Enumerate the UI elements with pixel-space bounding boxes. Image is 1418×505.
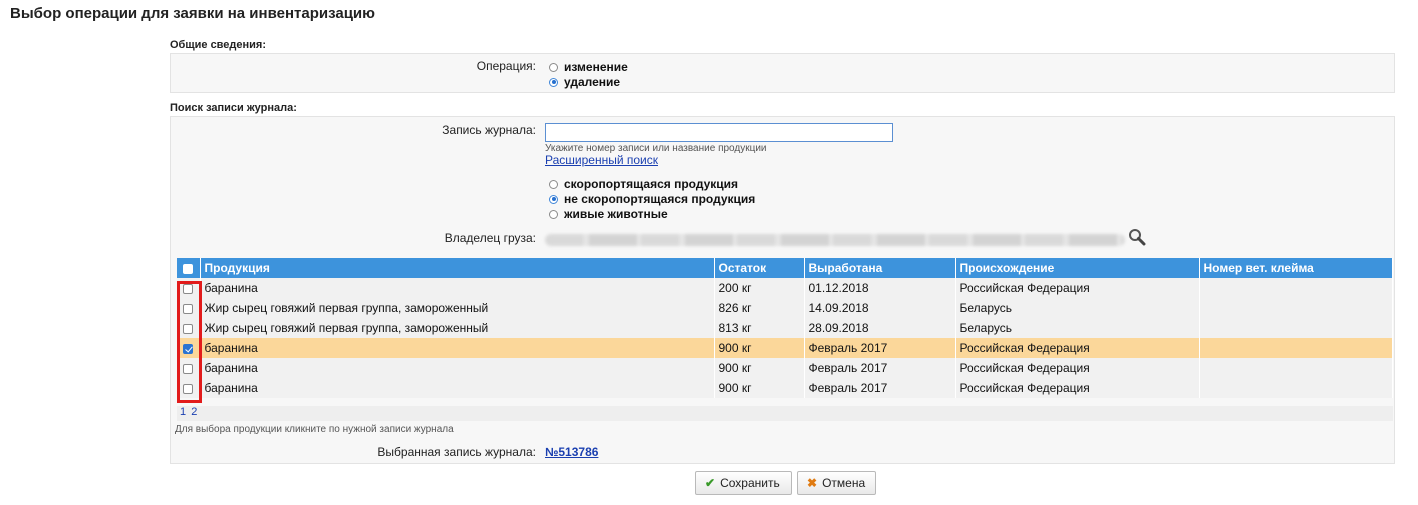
produced-cell: 01.12.2018 <box>804 278 956 298</box>
select-all-checkbox[interactable] <box>183 263 193 274</box>
owner-value-redacted <box>545 234 1125 246</box>
cancel-button-label: Отмена <box>822 476 866 490</box>
general-panel <box>170 53 1395 93</box>
journal-table: Продукция Остаток Выработана Происхожден… <box>177 258 1393 398</box>
origin-cell: Российская Федерация <box>955 338 1200 358</box>
origin-cell: Российская Федерация <box>955 378 1200 398</box>
row-checkbox[interactable] <box>183 323 193 334</box>
operation-label: Операция: <box>476 59 536 73</box>
product-cell: баранина <box>200 358 715 378</box>
remainder-cell: 900 кг <box>714 358 805 378</box>
product-cell: Жир сырец говяжий первая группа, заморож… <box>200 298 715 318</box>
product-type-label: не скоропортящаяся продукция <box>564 192 756 206</box>
table-row[interactable]: Жир сырец говяжий первая группа, заморож… <box>177 298 1393 318</box>
radio-icon[interactable] <box>549 209 558 219</box>
origin-cell: Российская Федерация <box>955 278 1200 298</box>
column-header-produced[interactable]: Выработана <box>804 258 956 278</box>
save-button-label: Сохранить <box>720 476 780 490</box>
radio-selected-icon[interactable] <box>549 77 558 87</box>
page-link-1[interactable]: 1 <box>180 406 186 418</box>
remainder-cell: 826 кг <box>714 298 805 318</box>
table-row[interactable]: баранина 900 кг Февраль 2017 Российская Фед… <box>177 338 1393 358</box>
operation-radio-change[interactable]: изменение <box>549 60 628 74</box>
vet-mark-cell <box>1199 338 1393 358</box>
row-checkbox[interactable] <box>183 303 193 314</box>
vet-mark-cell <box>1199 298 1393 318</box>
remainder-cell: 813 кг <box>714 318 805 338</box>
product-type-radio-perishable[interactable]: скоропортящаяся продукция <box>549 177 738 191</box>
remainder-cell: 200 кг <box>714 278 805 298</box>
radio-icon[interactable] <box>549 179 558 189</box>
owner-label: Владелец груза: <box>444 231 536 245</box>
produced-cell: Февраль 2017 <box>804 378 956 398</box>
origin-cell: Российская Федерация <box>955 358 1200 378</box>
magnifier-icon[interactable] <box>1128 228 1146 246</box>
row-checkbox-cell <box>177 338 201 358</box>
origin-cell: Беларусь <box>955 318 1200 338</box>
vet-mark-cell <box>1199 278 1393 298</box>
row-checkbox[interactable] <box>183 383 193 394</box>
column-header-origin[interactable]: Происхождение <box>955 258 1200 278</box>
row-checkbox-cell <box>177 358 201 378</box>
table-row[interactable]: Жир сырец говяжий первая группа, заморож… <box>177 318 1393 338</box>
selected-journal-link[interactable]: №513786 <box>545 445 598 459</box>
row-checkbox-cell <box>177 318 201 338</box>
vet-mark-cell <box>1199 318 1393 338</box>
product-cell: баранина <box>200 378 715 398</box>
row-checkbox-cell <box>177 278 201 298</box>
page-title: Выбор операции для заявки на инвентариза… <box>10 5 375 22</box>
row-checkbox-cell <box>177 378 201 398</box>
produced-cell: Февраль 2017 <box>804 358 956 378</box>
origin-cell: Беларусь <box>955 298 1200 318</box>
table-row[interactable]: баранина 900 кг Февраль 2017 Российская Фед… <box>177 378 1393 398</box>
table-footer-hint: Для выбора продукции кликните по нужной … <box>175 424 454 435</box>
page-link-2[interactable]: 2 <box>191 406 197 418</box>
table-header-row: Продукция Остаток Выработана Происхожден… <box>177 258 1393 278</box>
row-checkbox[interactable] <box>183 283 193 294</box>
radio-selected-icon[interactable] <box>549 194 558 204</box>
remainder-cell: 900 кг <box>714 378 805 398</box>
advanced-search-link[interactable]: Расширенный поиск <box>545 153 658 167</box>
product-type-radio-nonperishable[interactable]: не скоропортящаяся продукция <box>549 192 755 206</box>
select-all-cell <box>177 258 201 278</box>
journal-label: Запись журнала: <box>442 123 536 137</box>
operation-radio-delete[interactable]: удаление <box>549 75 620 89</box>
produced-cell: Февраль 2017 <box>804 338 956 358</box>
radio-icon[interactable] <box>549 62 558 72</box>
vet-mark-cell <box>1199 378 1393 398</box>
operation-option-label: изменение <box>564 60 628 74</box>
product-type-radio-animals[interactable]: живые животные <box>549 207 668 221</box>
search-section-label: Поиск записи журнала: <box>170 102 297 114</box>
save-button[interactable]: ✔ Сохранить <box>695 471 792 495</box>
table-row[interactable]: баранина 200 кг 01.12.2018 Российская Федер… <box>177 278 1393 298</box>
selected-journal-label: Выбранная запись журнала: <box>377 445 536 459</box>
product-cell: Жир сырец говяжий первая группа, заморож… <box>200 318 715 338</box>
row-checkbox[interactable] <box>183 343 193 354</box>
product-cell: баранина <box>200 338 715 358</box>
row-checkbox[interactable] <box>183 363 193 374</box>
product-type-label: живые животные <box>564 207 668 221</box>
vet-mark-cell <box>1199 358 1393 378</box>
pagination: 1 2 <box>177 406 1393 421</box>
cross-icon: ✖ <box>807 476 818 490</box>
product-cell: баранина <box>200 278 715 298</box>
produced-cell: 28.09.2018 <box>804 318 956 338</box>
operation-option-label: удаление <box>564 75 621 89</box>
produced-cell: 14.09.2018 <box>804 298 956 318</box>
table-row[interactable]: баранина 900 кг Февраль 2017 Российская Фед… <box>177 358 1393 378</box>
product-type-label: скоропортящаяся продукция <box>564 177 739 191</box>
remainder-cell: 900 кг <box>714 338 805 358</box>
checkmark-icon: ✔ <box>705 476 716 490</box>
column-header-product[interactable]: Продукция <box>200 258 715 278</box>
row-checkbox-cell <box>177 298 201 318</box>
column-header-remainder[interactable]: Остаток <box>714 258 805 278</box>
cancel-button[interactable]: ✖ Отмена <box>797 471 876 495</box>
column-header-vet-mark[interactable]: Номер вет. клейма <box>1199 258 1393 278</box>
journal-search-input[interactable] <box>545 123 893 142</box>
general-section-label: Общие сведения: <box>170 39 267 51</box>
